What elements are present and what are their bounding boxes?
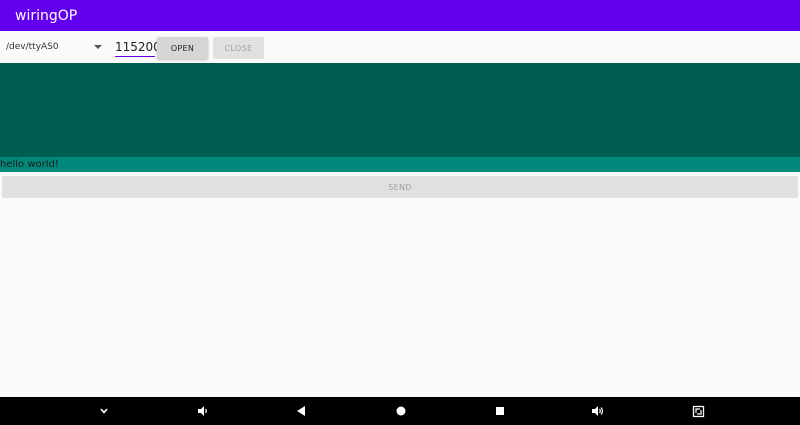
system-nav-bar (0, 397, 800, 425)
serial-toolbar: /dev/ttyAS0 115200 OPEN CLOSE (0, 31, 800, 63)
volume-down-icon[interactable] (196, 404, 210, 418)
app-bar: wiringOP (0, 0, 800, 31)
screenshot-icon[interactable] (691, 404, 705, 418)
baud-rate-input[interactable]: 115200 (115, 37, 161, 57)
dropdown-arrow-icon (94, 45, 102, 49)
recents-icon[interactable] (493, 404, 507, 418)
volume-up-icon[interactable] (591, 404, 605, 418)
open-button[interactable]: OPEN (157, 37, 208, 59)
receive-text-area[interactable] (0, 63, 800, 157)
chevron-down-icon[interactable] (97, 404, 111, 418)
app-title: wiringOP (15, 7, 78, 24)
close-button[interactable]: CLOSE (213, 37, 264, 59)
port-spinner-value: /dev/ttyAS0 (6, 42, 59, 52)
send-button[interactable]: SEND (2, 176, 798, 198)
back-icon[interactable] (294, 404, 308, 418)
port-spinner[interactable]: /dev/ttyAS0 (6, 37, 106, 57)
home-icon[interactable] (394, 404, 408, 418)
send-text-input[interactable]: hello world! (0, 157, 800, 172)
